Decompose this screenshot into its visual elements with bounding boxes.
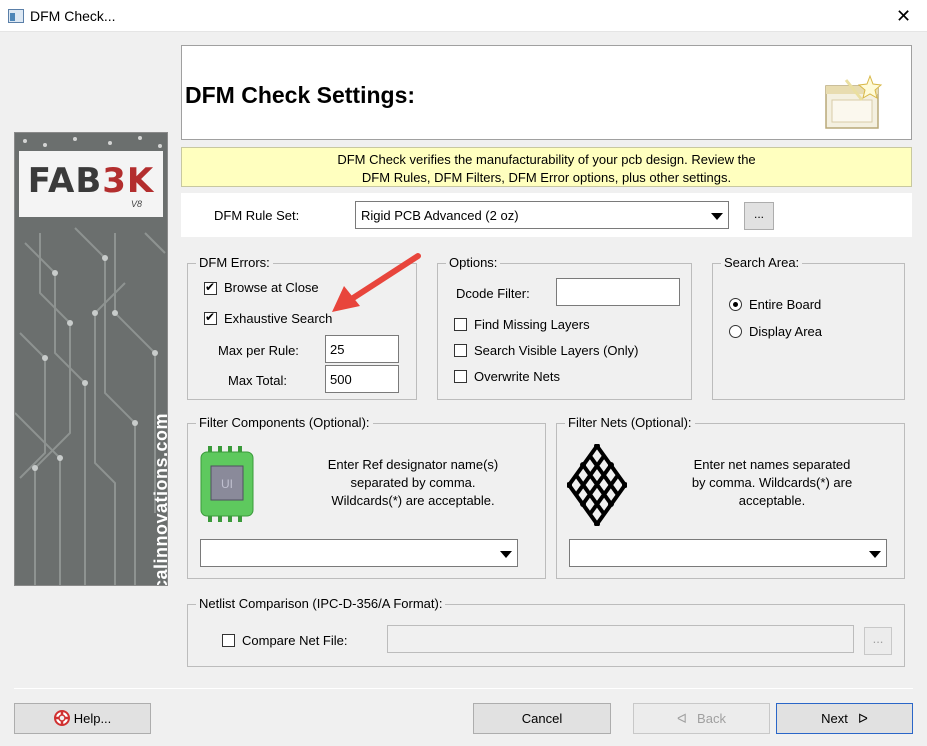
wizard-window-icon (825, 74, 883, 129)
chevron-down-icon (500, 551, 512, 558)
find-missing-layers-label: Find Missing Layers (474, 317, 590, 332)
help-label: Help... (73, 711, 112, 726)
close-button[interactable]: ✕ (880, 0, 927, 32)
info-line-2: DFM Rules, DFM Filters, DFM Error option… (361, 170, 732, 185)
chevron-right-icon: ᐅ (857, 711, 868, 726)
display-area-radio[interactable] (729, 325, 742, 338)
ruleset-row: DFM Rule Set: Rigid PCB Advanced (2 oz) … (181, 193, 912, 237)
overwrite-nets-label: Overwrite Nets (474, 369, 560, 384)
dcode-filter-input[interactable] (556, 278, 680, 306)
filter-nets-description: Enter net names separated by comma. Wild… (657, 456, 887, 510)
browse-at-close-label: Browse at Close (224, 280, 319, 295)
exhaustive-search-checkbox[interactable] (204, 310, 217, 325)
display-area-label: Display Area (749, 324, 822, 339)
filter-nets-label: Filter Nets (Optional): (565, 415, 695, 430)
max-per-rule-input[interactable]: 25 (325, 335, 399, 363)
search-visible-layers-checkbox[interactable] (454, 344, 467, 357)
cancel-button[interactable]: Cancel (473, 703, 611, 734)
back-label: Back (697, 711, 726, 726)
exhaustive-search-label: Exhaustive Search (224, 311, 333, 326)
search-area-label: Search Area: (721, 255, 803, 270)
filter-components-desc-line: separated by comma. (350, 475, 476, 490)
lifebuoy-icon (53, 710, 70, 726)
search-visible-layers-label: Search Visible Layers (Only) (474, 343, 639, 358)
entire-board-label: Entire Board (749, 297, 822, 312)
filter-components-description: Enter Ref designator name(s) separated b… (298, 456, 528, 510)
ruleset-label: DFM Rule Set: (214, 208, 300, 223)
filter-nets-desc-line: Enter net names separated (693, 457, 851, 472)
filter-nets-desc-line: acceptable. (738, 493, 806, 508)
title-bar: DFM Check... ✕ (0, 0, 927, 32)
window-title: DFM Check... (30, 8, 116, 24)
version-label: V8 (131, 199, 143, 209)
cancel-label: Cancel (521, 711, 563, 726)
net-file-input[interactable] (387, 625, 854, 653)
brand-banner: FAB3K V8 numericalinnovations.com (14, 132, 168, 586)
help-button[interactable]: Help... (14, 703, 151, 734)
chip-label: UI (221, 477, 233, 491)
dcode-filter-label: Dcode Filter: (456, 286, 530, 301)
filter-components-dropdown[interactable] (200, 539, 518, 567)
filter-components-group: Filter Components (Optional): UI Enter R… (187, 415, 546, 579)
logo-text: FAB (27, 161, 103, 201)
filter-components-desc-line: Wildcards(*) are acceptable. (331, 493, 495, 508)
filter-nets-group: Filter Nets (Optional): Enter net names … (556, 415, 905, 579)
back-button[interactable]: ᐊ Back (633, 703, 770, 734)
info-line-1: DFM Check verifies the manufacturability… (337, 152, 756, 167)
filter-components-label: Filter Components (Optional): (196, 415, 373, 430)
options-group: Options: Dcode Filter: Find Missing Laye… (437, 255, 692, 400)
next-button[interactable]: Next ᐅ (776, 703, 913, 734)
netlist-comparison-group: Netlist Comparison (IPC-D-356/A Format):… (187, 596, 905, 667)
ruleset-value: Rigid PCB Advanced (2 oz) (361, 208, 519, 223)
filter-nets-desc-line: by comma. Wildcards(*) are (691, 475, 853, 490)
compare-net-file-checkbox[interactable] (222, 634, 235, 647)
dfm-errors-label: DFM Errors: (196, 255, 273, 270)
page-title: DFM Check Settings: (185, 82, 416, 108)
net-mesh-icon (567, 444, 627, 526)
logo: FAB3K V8 (19, 151, 163, 217)
chip-icon: UI (200, 446, 254, 522)
app-icon (8, 9, 24, 23)
ruleset-browse-button[interactable]: ... (744, 202, 774, 230)
search-area-group: Search Area: Entire Board Display Area (712, 255, 905, 400)
max-total-input[interactable]: 500 (325, 365, 399, 393)
browse-at-close-checkbox[interactable] (204, 280, 217, 295)
entire-board-radio[interactable] (729, 298, 742, 311)
find-missing-layers-checkbox[interactable] (454, 318, 467, 331)
chevron-down-icon (711, 213, 723, 220)
logo-accent-text: 3K (102, 161, 155, 201)
overwrite-nets-checkbox[interactable] (454, 370, 467, 383)
info-banner: DFM Check verifies the manufacturability… (181, 147, 912, 187)
chevron-down-icon (869, 551, 881, 558)
filter-components-desc-line: Enter Ref designator name(s) (327, 457, 499, 472)
max-total-label: Max Total: (228, 373, 288, 388)
netlist-comparison-label: Netlist Comparison (IPC-D-356/A Format): (196, 596, 446, 611)
options-label: Options: (446, 255, 501, 270)
footer-divider (14, 688, 913, 689)
compare-net-file-label: Compare Net File: (242, 633, 348, 648)
net-file-browse-button[interactable]: ... (864, 627, 892, 655)
next-label: Next (821, 711, 848, 726)
max-per-rule-label: Max per Rule: (218, 343, 299, 358)
ruleset-dropdown[interactable]: Rigid PCB Advanced (2 oz) (355, 201, 729, 229)
annotation-arrow (332, 253, 421, 312)
filter-nets-dropdown[interactable] (569, 539, 887, 567)
header-panel: DFM Check Settings: (181, 45, 912, 140)
banner-url: numericalinnovations.com (151, 412, 168, 586)
chevron-left-icon: ᐊ (677, 711, 688, 726)
